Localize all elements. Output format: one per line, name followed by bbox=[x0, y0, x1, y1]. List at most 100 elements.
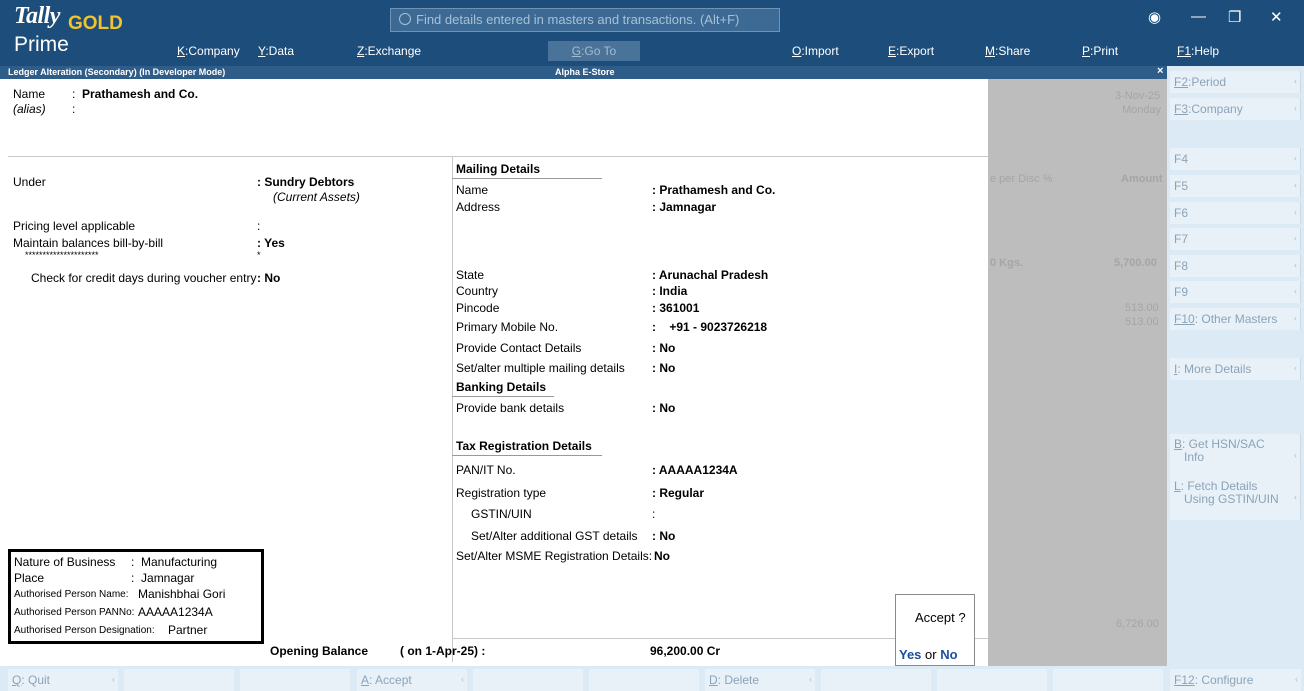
pricing-label: Pricing level applicable bbox=[13, 219, 136, 233]
bank-field[interactable]: : No bbox=[652, 401, 675, 415]
period-button[interactable]: F2:Period ‹ bbox=[1170, 71, 1301, 93]
msme-field[interactable]: No bbox=[654, 549, 670, 563]
logo-prime-text: Prime bbox=[14, 33, 69, 56]
background-voucher: 3-Nov-25 Monday e per Disc % Amount 0 Kg… bbox=[988, 79, 1167, 666]
ledger-name-field[interactable]: Prathamesh and Co. bbox=[82, 87, 198, 101]
configure-button[interactable]: F12: Configure ‹ bbox=[1170, 669, 1301, 691]
tally-logo: Tally GOLD Prime bbox=[10, 3, 140, 63]
bg-amount-3: 513.00 bbox=[1125, 316, 1159, 328]
f4-button[interactable]: F4 ‹ bbox=[1170, 148, 1301, 170]
empty-bottom-button[interactable] bbox=[124, 669, 234, 691]
colon: : bbox=[72, 87, 76, 101]
bg-amount-2: 513.00 bbox=[1125, 302, 1159, 314]
auth-name-field[interactable]: Manishbhai Gori bbox=[138, 587, 225, 601]
masked-label: ********************* bbox=[25, 250, 99, 260]
gst-additional-label: Set/Alter additional GST details bbox=[471, 529, 638, 543]
company-button[interactable]: F3:Company ‹ bbox=[1170, 98, 1301, 120]
column-divider bbox=[452, 157, 453, 662]
bottom-button-bar: Q: Quit ‹ A: Accept ‹ D: Delete ‹ F12: Conf… bbox=[0, 666, 1304, 691]
billbybill-field[interactable]: : Yes bbox=[257, 236, 285, 250]
empty-bottom-button[interactable] bbox=[1053, 669, 1163, 691]
empty-bottom-button[interactable] bbox=[821, 669, 931, 691]
bg-date: 3-Nov-25 bbox=[1115, 90, 1161, 102]
auth-pan-label: Authorised Person PANNo: bbox=[14, 607, 135, 618]
opening-balance-field[interactable]: 96,200.00 Cr bbox=[650, 644, 720, 658]
minimize-button[interactable]: — bbox=[1191, 8, 1206, 25]
contact-field[interactable]: : No bbox=[652, 341, 675, 355]
fetch-gstin-button[interactable]: L: Fetch Details Using GSTIN/UIN ‹ bbox=[1170, 476, 1301, 520]
f8-button[interactable]: F8 ‹ bbox=[1170, 255, 1301, 277]
empty-bottom-button[interactable] bbox=[937, 669, 1047, 691]
top-header: Tally GOLD Prime Find details entered in… bbox=[0, 0, 1304, 66]
bg-col-headers: e per Disc % bbox=[990, 173, 1053, 185]
country-field[interactable]: : India bbox=[652, 284, 687, 298]
under-field[interactable]: : Sundry Debtors bbox=[257, 175, 354, 189]
menu-exchange[interactable]: Z:Exchange bbox=[357, 44, 421, 58]
empty-bottom-button[interactable] bbox=[589, 669, 699, 691]
address-field[interactable]: : Jamnagar bbox=[652, 200, 716, 214]
ledger-alteration-form: Name : Prathamesh and Co. (alias) : Unde… bbox=[0, 79, 988, 666]
menu-company[interactable]: K:Company bbox=[177, 44, 240, 58]
pincode-field[interactable]: : 361001 bbox=[652, 301, 699, 315]
menu-data[interactable]: Y:Data bbox=[258, 44, 294, 58]
get-hsn-sac-button[interactable]: B: Get HSN/SAC Info ‹ bbox=[1170, 434, 1301, 478]
gstin-field[interactable]: : bbox=[652, 507, 655, 521]
empty-bottom-button[interactable] bbox=[240, 669, 350, 691]
right-button-panel: F2:Period ‹ F3:Company ‹ F4 ‹ F5 ‹ F6 ‹ F7 ‹ F… bbox=[1167, 66, 1304, 666]
auth-pan-field[interactable]: AAAAA1234A bbox=[138, 605, 213, 619]
accept-or: or bbox=[925, 647, 937, 662]
screen-title-bar: Ledger Alteration (Secondary) (In Develo… bbox=[0, 65, 1167, 79]
banking-heading: Banking Details bbox=[456, 380, 547, 394]
menu-import[interactable]: O:Import bbox=[792, 44, 839, 58]
pan-field[interactable]: : AAAAA1234A bbox=[652, 463, 738, 477]
close-button[interactable]: ✕ bbox=[1270, 8, 1283, 26]
country-label: Country bbox=[456, 284, 499, 298]
other-masters-button[interactable]: F10: Other Masters ‹ bbox=[1170, 308, 1301, 330]
mailing-heading: Mailing Details bbox=[456, 162, 541, 176]
place-field[interactable]: : Jamnagar bbox=[131, 571, 194, 585]
mail-name-field[interactable]: : Prathamesh and Co. bbox=[652, 183, 775, 197]
nature-field[interactable]: : Manufacturing bbox=[131, 555, 217, 569]
pincode-label: Pincode bbox=[456, 301, 500, 315]
alias-label: (alias) bbox=[13, 102, 46, 116]
multi-mailing-field[interactable]: : No bbox=[652, 361, 675, 375]
mobile-field[interactable]: : +91 - 9023726218 bbox=[652, 320, 767, 334]
more-details-button[interactable]: I: More Details ‹ bbox=[1170, 358, 1301, 380]
opening-balance-label: Opening Balance bbox=[270, 644, 369, 658]
menu-goto[interactable]: G:Go To bbox=[548, 41, 640, 61]
place-label: Place bbox=[14, 571, 45, 585]
name-label: Name bbox=[13, 87, 46, 101]
menu-help[interactable]: F1:Help bbox=[1177, 44, 1219, 58]
regtype-field[interactable]: : Regular bbox=[652, 486, 704, 500]
accept-button[interactable]: A: Accept ‹ bbox=[357, 669, 467, 691]
f5-button[interactable]: F5 ‹ bbox=[1170, 175, 1301, 197]
f7-button[interactable]: F7 ‹ bbox=[1170, 228, 1301, 250]
delete-button[interactable]: D: Delete ‹ bbox=[705, 669, 815, 691]
accept-no[interactable]: No bbox=[940, 647, 957, 662]
mobile-label: Primary Mobile No. bbox=[456, 320, 559, 334]
search-input[interactable]: Find details entered in masters and tran… bbox=[390, 8, 780, 32]
bg-day: Monday bbox=[1122, 104, 1162, 116]
colon: : bbox=[72, 102, 76, 116]
menu-print[interactable]: P:Print bbox=[1082, 44, 1118, 58]
accept-yes[interactable]: Yes bbox=[899, 647, 921, 662]
menu-share[interactable]: M:Share bbox=[985, 44, 1030, 58]
f9-button[interactable]: F9 ‹ bbox=[1170, 281, 1301, 303]
restore-button[interactable]: ❐ bbox=[1228, 8, 1241, 26]
close-screen-icon[interactable]: × bbox=[1157, 65, 1163, 77]
under-label: Under bbox=[13, 175, 46, 189]
state-field[interactable]: : Arunachal Pradesh bbox=[652, 268, 768, 282]
gst-additional-field[interactable]: : No bbox=[652, 529, 675, 543]
state-label: State bbox=[456, 268, 485, 282]
f6-button[interactable]: F6 ‹ bbox=[1170, 202, 1301, 224]
menu-export[interactable]: E:Export bbox=[888, 44, 934, 58]
bank-label: Provide bank details bbox=[456, 401, 565, 415]
search-placeholder: Find details entered in masters and tran… bbox=[416, 12, 740, 27]
credit-days-field[interactable]: : No bbox=[257, 271, 280, 285]
bell-icon[interactable]: ◉ bbox=[1148, 8, 1161, 26]
pricing-field[interactable]: : bbox=[257, 219, 260, 233]
address-label: Address bbox=[456, 200, 501, 214]
auth-designation-field[interactable]: Partner bbox=[168, 623, 207, 637]
quit-button[interactable]: Q: Quit ‹ bbox=[8, 669, 118, 691]
empty-bottom-button[interactable] bbox=[473, 669, 583, 691]
